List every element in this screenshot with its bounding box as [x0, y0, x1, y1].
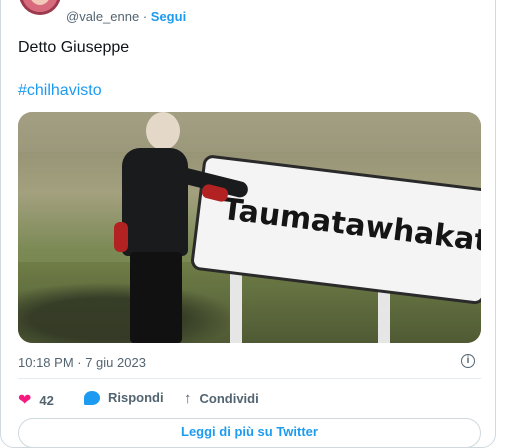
reply-button[interactable]: Rispondi: [84, 390, 164, 405]
like-count: 42: [39, 392, 54, 408]
handle-line: @vale_enne · Segui: [66, 9, 186, 24]
man-left-sleeve: [114, 222, 128, 252]
tweet-media[interactable]: Taumatawhakat: [18, 112, 481, 343]
tweet-timestamp[interactable]: 10:18 PM · 7 giu 2023: [18, 355, 146, 370]
divider: [18, 378, 481, 379]
tweet-text: Detto Giuseppe: [18, 39, 130, 56]
info-icon[interactable]: i: [461, 354, 475, 368]
reply-label: Rispondi: [108, 390, 164, 405]
man-figure: [110, 112, 270, 343]
separator-dot: ·: [142, 9, 151, 24]
man-legs: [130, 252, 182, 343]
share-button[interactable]: ↑ Condividi: [184, 390, 259, 407]
hashtag-link[interactable]: #chilhavisto: [18, 82, 102, 100]
share-label: Condividi: [199, 391, 259, 406]
follow-button[interactable]: Segui: [151, 9, 186, 24]
like-button[interactable]: ❤ 42: [18, 390, 54, 410]
share-icon: ↑: [184, 390, 192, 407]
heart-icon: ❤: [18, 392, 32, 409]
man-head: [146, 112, 180, 150]
man-torso: [122, 148, 188, 256]
reply-bubble-icon: [84, 390, 100, 405]
avatar-face: [31, 0, 49, 5]
avatar[interactable]: [19, 0, 61, 15]
read-more-button[interactable]: Leggi di più su Twitter: [18, 418, 481, 448]
author-handle[interactable]: @vale_enne: [66, 9, 139, 24]
